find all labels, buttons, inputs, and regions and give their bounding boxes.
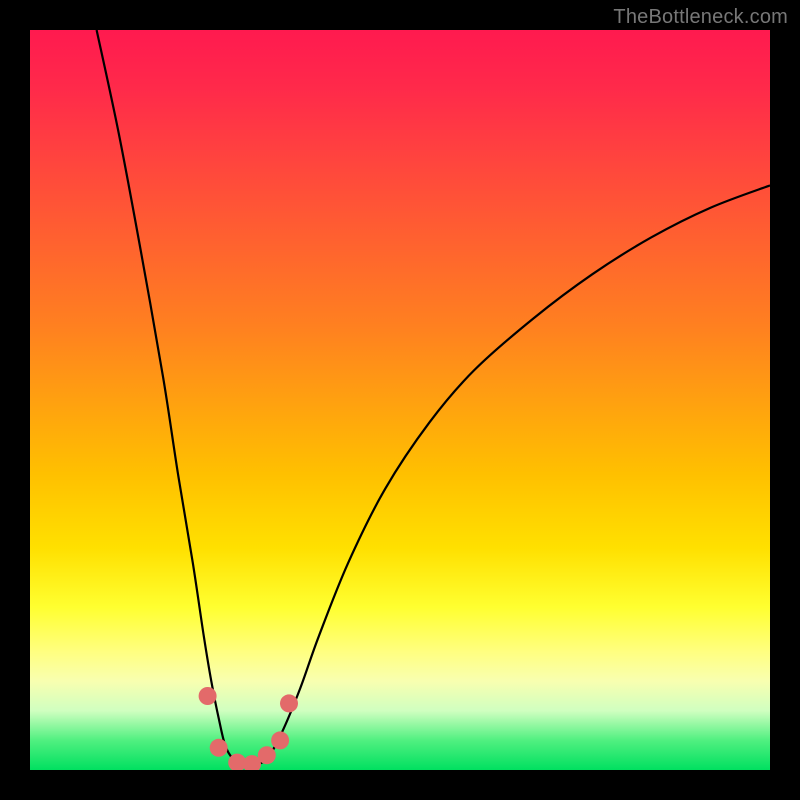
marker-point bbox=[210, 739, 228, 757]
chart-curves bbox=[97, 30, 770, 766]
chart-svg bbox=[30, 30, 770, 770]
marker-point bbox=[271, 731, 289, 749]
marker-point bbox=[280, 694, 298, 712]
curve-left-branch bbox=[97, 30, 252, 766]
marker-point bbox=[258, 746, 276, 764]
watermark-text: TheBottleneck.com bbox=[613, 6, 788, 29]
marker-point bbox=[199, 687, 217, 705]
curve-right-branch bbox=[252, 185, 770, 766]
